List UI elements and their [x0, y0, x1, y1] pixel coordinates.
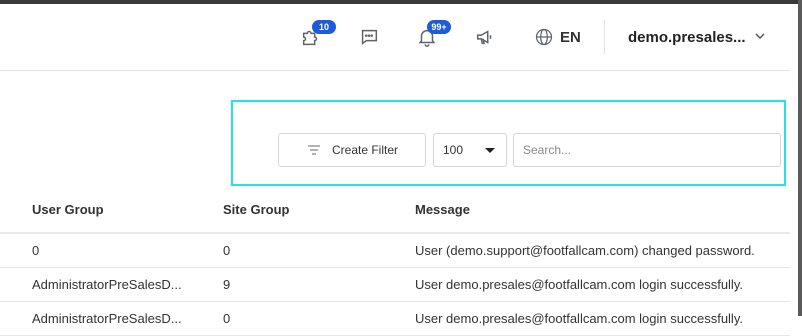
globe-icon	[535, 28, 553, 46]
cell-message: User demo.presales@footfallcam.com login…	[415, 277, 743, 292]
column-site-group[interactable]: Site Group	[223, 202, 289, 217]
update-button[interactable]: 10	[300, 20, 336, 48]
table-header: User Group Site Group Message	[0, 190, 790, 232]
cell-site-group: 0	[223, 311, 231, 326]
notifications-badge: 99+	[427, 20, 451, 34]
language-label: EN	[560, 28, 581, 46]
cell-site-group: 9	[223, 277, 231, 292]
announcements-button[interactable]	[474, 26, 496, 48]
search-input[interactable]	[513, 133, 781, 167]
cell-message: User demo.presales@footfallcam.com login…	[415, 311, 743, 326]
cell-user-group: AdministratorPreSalesD...	[32, 311, 182, 326]
cell-user-group: 0	[32, 243, 40, 258]
table-row[interactable]: 0 0 User (demo.support@footfallcam.com) …	[0, 234, 790, 268]
caret-down-icon	[485, 148, 495, 153]
update-badge: 10	[312, 20, 336, 34]
cell-user-group: AdministratorPreSalesD...	[32, 277, 182, 292]
top-header: 10 99+ EN demo.presales...	[0, 4, 790, 71]
chevron-down-icon	[755, 33, 765, 39]
create-filter-button[interactable]: Create Filter	[278, 133, 426, 167]
table-row[interactable]: AdministratorPreSalesD... 0 User demo.pr…	[0, 302, 790, 336]
filter-icon	[307, 145, 320, 155]
cell-message: User (demo.support@footfallcam.com) chan…	[415, 243, 755, 258]
header-divider	[604, 20, 605, 54]
column-user-group[interactable]: User Group	[32, 202, 104, 217]
column-message[interactable]: Message	[415, 202, 470, 217]
chat-icon	[358, 26, 380, 48]
megaphone-icon	[474, 26, 496, 48]
chat-button[interactable]	[358, 26, 380, 48]
page-size-select[interactable]: 100	[433, 133, 507, 167]
page-size-value: 100	[443, 143, 464, 157]
user-menu[interactable]: demo.presales...	[628, 26, 765, 48]
window-scrollbar[interactable]	[798, 0, 802, 316]
language-selector[interactable]: EN	[534, 26, 581, 48]
table-row[interactable]: AdministratorPreSalesD... 9 User demo.pr…	[0, 268, 790, 302]
notifications-button[interactable]: 99+	[416, 20, 451, 48]
user-name: demo.presales...	[628, 28, 746, 46]
create-filter-label: Create Filter	[331, 143, 399, 157]
cell-site-group: 0	[223, 243, 231, 258]
